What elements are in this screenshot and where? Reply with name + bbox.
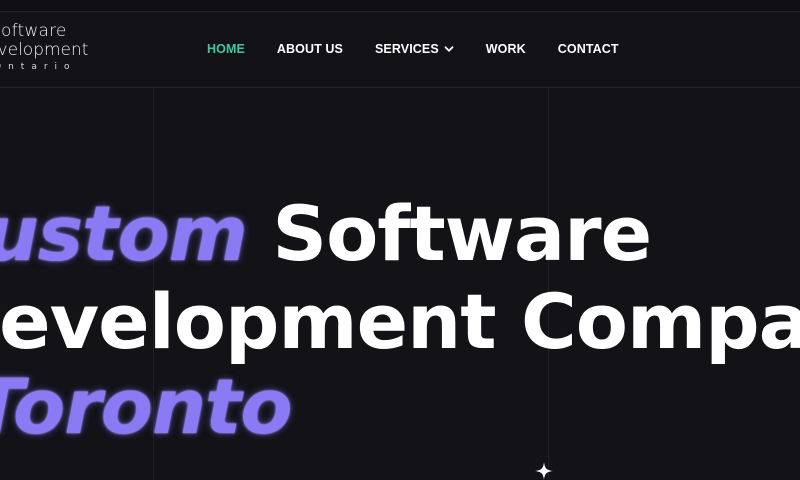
hero-title-text: Software (272, 189, 652, 278)
hero-section: Custom Software Development Company Toro… (0, 0, 800, 480)
hero-title-accent: Toronto (0, 362, 293, 451)
hero-title-line2: Development Company (0, 277, 800, 366)
hero-title-line3: Toronto (0, 369, 293, 445)
hero-title-line1: Custom Software (0, 196, 652, 272)
hero-title-accent: Custom (0, 189, 248, 278)
page: Software Development Ontario HOME ABOUT … (0, 0, 800, 480)
sparkle-icon (535, 462, 553, 480)
